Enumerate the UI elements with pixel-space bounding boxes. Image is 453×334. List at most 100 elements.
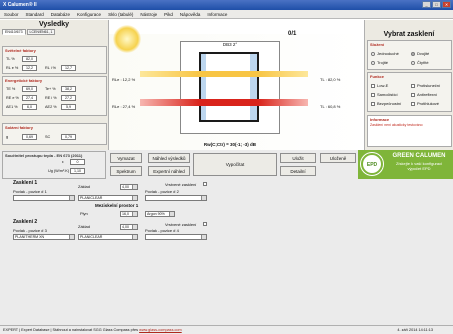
tl-label-top: TL : 82,0 % — [320, 77, 341, 82]
page-indicator: 0/1 — [288, 31, 297, 37]
radio-single[interactable]: Jednoduché — [371, 51, 399, 56]
ree-value: 27,4 — [22, 95, 37, 101]
glass-name: DB3 2° — [222, 42, 238, 47]
check-lowe[interactable]: Low-E — [371, 83, 388, 88]
gap-gas-label: Plyn — [80, 211, 88, 216]
pane1-base-select[interactable]: PLANICLEAR — [78, 195, 138, 201]
rle-value: 12,2 — [22, 65, 37, 71]
tab-en410[interactable]: EN410/673 — [2, 29, 26, 35]
radio-quadruple-dot[interactable] — [411, 60, 415, 65]
pane2-coating4-select[interactable] — [145, 234, 207, 240]
select-glazing-panel: Vybrat zasklení Složení Jednoduché Dvoji… — [364, 20, 453, 150]
gap-width-input[interactable]: 16,0 — [120, 211, 138, 217]
check-solar-box[interactable] — [411, 83, 415, 88]
status-link[interactable]: www.glass-compass.com — [139, 328, 182, 332]
pane2-coating3-label: Povlak - pozice # 3 — [13, 228, 47, 233]
te-label: TE % — [6, 87, 16, 91]
glass-pane-diagram — [199, 52, 259, 122]
save-button[interactable]: Uložit — [280, 153, 316, 163]
pane2-laminated-label: Vrstvené zasklení — [165, 222, 197, 227]
radio-triple[interactable]: Trojité — [371, 60, 388, 65]
check-antireflex-label: Antireflexní — [417, 92, 438, 97]
pane1-laminated-label: Vrstvené zasklení — [165, 182, 197, 187]
pane2-base-select[interactable]: PLANICLEAR — [78, 234, 138, 240]
radio-double-label: Dvojité — [417, 51, 430, 56]
ug-value: 1,10 — [70, 168, 85, 174]
menu-soubor[interactable]: Soubor — [4, 12, 19, 18]
check-lowe-box[interactable] — [371, 83, 375, 88]
light-factors-title: Světelné faktory — [5, 48, 36, 53]
radio-quadruple[interactable]: Čtyřité — [411, 60, 429, 65]
saved-button[interactable]: Uloženě — [320, 153, 356, 163]
detail-button[interactable]: Detailní — [280, 166, 316, 176]
spectrum-button[interactable]: Spektrum — [110, 166, 142, 176]
info-box: Informace Zasklení není akusticky testov… — [367, 115, 452, 147]
menu-informace[interactable]: Informace — [207, 12, 227, 18]
emissivity-label: ε — [62, 160, 64, 164]
check-lowe-label: Low-E — [377, 83, 389, 88]
tab-lcen[interactable]: LCEN/EN61, 1 — [26, 29, 56, 35]
pane2-thickness-input[interactable]: 4,00 — [120, 224, 138, 230]
menu-konfigurace[interactable]: Konfigurace — [77, 12, 101, 18]
function-title: Funkce — [370, 74, 385, 79]
menu-pikd[interactable]: Pikd — [164, 12, 173, 18]
gap-title: Meziskelní prostor 1 — [95, 203, 139, 208]
pane2-base-label: Základ — [78, 224, 91, 229]
ae1-label: AE1 % — [6, 105, 18, 109]
tl-label: TL % — [6, 57, 15, 61]
check-solar[interactable]: Protisluneční — [411, 83, 440, 88]
thermal-title: Součinitel prostupu tepla - EN 673 (2011… — [5, 153, 83, 158]
menu-bar: Soubor Standard Databáze Konfigurace Skl… — [0, 10, 453, 19]
sc-value: 0,79 — [61, 134, 76, 140]
check-selfclean-box[interactable] — [371, 92, 375, 97]
pane1-thickness-input[interactable]: 4,00 — [120, 184, 138, 190]
check-antireflex-box[interactable] — [411, 92, 415, 97]
energy-factors-title: Energetické faktory — [5, 78, 43, 83]
pane2-title: Zasklení 2 — [13, 219, 38, 225]
check-safety-box[interactable] — [371, 101, 375, 106]
rl-label-bottom: RLe : 27,4 % — [112, 104, 136, 109]
menu-nastroje[interactable]: Nástroje — [140, 12, 157, 18]
clear-button[interactable]: Vymazat — [110, 153, 142, 163]
pane2-coating3-select[interactable]: PLANITHERM XN — [13, 234, 75, 240]
check-antireflex[interactable]: Antireflexní — [411, 92, 437, 97]
close-button[interactable]: ✕ — [442, 1, 451, 8]
pane2-laminated-checkbox[interactable] — [203, 222, 207, 226]
pane1-coating2-label: Povlak - pozice # 2 — [145, 189, 179, 194]
expert-view-button[interactable]: Expertní náhled — [148, 166, 190, 176]
pane1-coating2-select[interactable] — [145, 195, 207, 201]
rei-label: RE i % — [45, 96, 57, 100]
emissivity-value: 0 — [70, 159, 85, 165]
green-calumen-banner[interactable]: EPD GREEN CALUMEN Získejte k vaší konfig… — [358, 150, 453, 179]
te-plus-label: Te+ % — [45, 87, 56, 91]
maximize-button[interactable]: □ — [432, 1, 441, 8]
radio-double[interactable]: Dvojité — [411, 51, 429, 56]
check-acoustic-label: Protihlukové — [417, 101, 440, 106]
check-safety[interactable]: Bezpečnostní — [371, 101, 401, 106]
radio-triple-dot[interactable] — [371, 60, 375, 65]
energy-arrow-in — [140, 99, 200, 106]
banner-title: GREEN CALUMEN — [392, 153, 446, 159]
pane1-coating1-select[interactable] — [13, 195, 75, 201]
preview-results-button[interactable]: Náhled výsledků — [148, 153, 190, 163]
calculate-button[interactable]: Vypočítat — [193, 153, 277, 176]
pane1-laminated-checkbox[interactable] — [203, 182, 207, 186]
radio-double-dot[interactable] — [411, 51, 415, 56]
rli-value: 12,7 — [61, 65, 76, 71]
check-acoustic[interactable]: Protihlukové — [411, 101, 439, 106]
select-glazing-title: Vybrat zasklení — [383, 31, 435, 38]
menu-napoveda[interactable]: Nápověda — [180, 12, 201, 18]
composition-title: Složení — [370, 42, 385, 47]
menu-databaze[interactable]: Databáze — [51, 12, 70, 18]
pane1-title: Zasklení 1 — [13, 180, 38, 186]
menu-standard[interactable]: Standard — [26, 12, 44, 18]
gap-gas-select[interactable]: Argon 90% — [145, 211, 175, 217]
radio-single-dot[interactable] — [371, 51, 375, 56]
minimize-button[interactable]: _ — [422, 1, 431, 8]
menu-sklo[interactable]: Sklo (tabulé) — [108, 12, 133, 18]
check-acoustic-box[interactable] — [411, 101, 415, 106]
ree-label: RE e % — [6, 96, 19, 100]
light-arrow-through — [200, 71, 258, 77]
check-selfclean-label: Samočistící — [377, 92, 398, 97]
check-selfclean[interactable]: Samočistící — [371, 92, 398, 97]
